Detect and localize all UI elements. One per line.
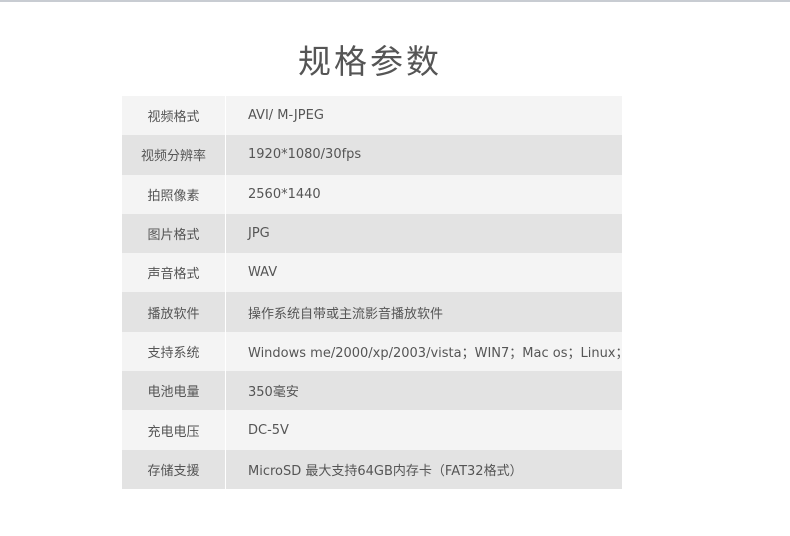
page-title: 规格参数 — [298, 42, 442, 81]
spec-label: 图片格式 — [122, 213, 226, 254]
spec-label: 视频格式 — [122, 96, 226, 136]
spec-label: 声音格式 — [122, 253, 226, 293]
spec-value: Windows me/2000/xp/2003/vista；WIN7；Mac o… — [248, 345, 622, 361]
spec-label: 视频分辨率 — [122, 135, 226, 175]
spec-row: 充电电压 DC-5V — [122, 410, 622, 450]
spec-value: MicroSD 最大支持64GB内存卡（FAT32格式） — [248, 463, 523, 479]
spec-row: 声音格式 WAV — [122, 253, 622, 293]
spec-page: 规格参数 视频格式 AVI/ M-JPEG 视频分辨率 1920*1080/30… — [0, 0, 790, 536]
spec-row: 视频分辨率 1920*1080/30fps — [122, 135, 622, 175]
spec-row: 电池电量 350毫安 — [122, 371, 622, 411]
spec-value: 1920*1080/30fps — [248, 147, 362, 163]
spec-row: 播放软件 操作系统自带或主流影音播放软件 — [122, 292, 622, 332]
spec-label: 电池电量 — [122, 371, 226, 411]
spec-label: 支持系统 — [122, 331, 226, 372]
spec-value: WAV — [248, 265, 278, 281]
spec-row: 视频格式 AVI/ M-JPEG — [122, 96, 622, 136]
spec-row: 图片格式 JPG — [122, 213, 622, 254]
spec-value: 350毫安 — [248, 385, 299, 401]
spec-label: 充电电压 — [122, 410, 226, 450]
spec-value: 操作系统自带或主流影音播放软件 — [248, 306, 444, 322]
top-divider — [0, 0, 790, 2]
spec-row: 存储支援 MicroSD 最大支持64GB内存卡（FAT32格式） — [122, 449, 622, 489]
spec-row: 支持系统 Windows me/2000/xp/2003/vista；WIN7；… — [122, 331, 622, 372]
spec-table: 视频格式 AVI/ M-JPEG 视频分辨率 1920*1080/30fps 拍… — [122, 96, 622, 489]
spec-value: JPG — [248, 226, 270, 242]
spec-value: DC-5V — [248, 422, 289, 438]
spec-value: AVI/ M-JPEG — [248, 108, 324, 124]
spec-label: 播放软件 — [122, 292, 226, 332]
spec-value: 2560*1440 — [248, 186, 321, 202]
spec-row: 拍照像素 2560*1440 — [122, 174, 622, 214]
spec-label: 存储支援 — [122, 449, 226, 489]
spec-label: 拍照像素 — [122, 174, 226, 214]
